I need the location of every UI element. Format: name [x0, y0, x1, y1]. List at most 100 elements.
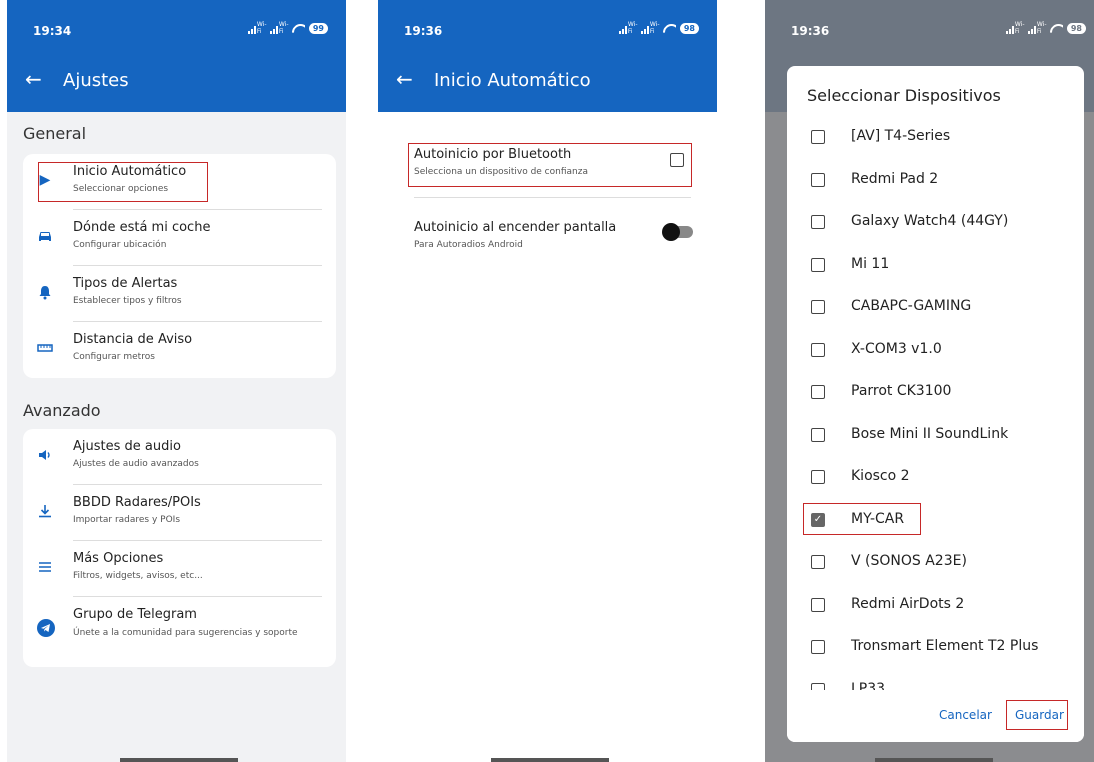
- device-row[interactable]: Mi 11: [787, 244, 1084, 286]
- play-icon: ▶: [39, 172, 51, 188]
- battery-level: 98: [1066, 23, 1086, 34]
- checkbox[interactable]: [811, 470, 825, 484]
- device-name: V (SONOS A23E): [851, 553, 967, 569]
- divider: [414, 197, 691, 198]
- device-row[interactable]: Galaxy Watch4 (44GY): [787, 201, 1084, 243]
- item-subtitle: Configurar ubicación: [73, 240, 167, 250]
- signal-icon: Wi-Fi: [618, 21, 638, 35]
- item-title: Tipos de Alertas: [73, 276, 178, 291]
- item-subtitle: Únete a la comunidad para sugerencias y …: [73, 628, 298, 638]
- checkbox[interactable]: [811, 427, 825, 442]
- device-row[interactable]: Kiosco 2: [787, 456, 1084, 498]
- bluetooth-checkbox[interactable]: [670, 153, 684, 167]
- device-row[interactable]: Redmi AirDots 2: [787, 584, 1084, 626]
- status-bar: 19:36 Wi-Fi Wi-Fi 98: [378, 0, 717, 50]
- device-name: MY-CAR: [851, 510, 905, 527]
- signal-icon: Wi-Fi: [247, 21, 267, 35]
- status-icons: Wi-Fi Wi-Fi 98: [1005, 21, 1086, 35]
- item-title: BBDD Radares/POIs: [73, 495, 201, 510]
- item-title: Inicio Automático: [73, 164, 187, 179]
- device-row[interactable]: Tronsmart Element T2 Plus: [787, 626, 1084, 668]
- general-card: ▶ Inicio Automático Seleccionar opciones…: [23, 154, 336, 378]
- settings-item-mas-opciones[interactable]: Más Opciones Filtros, widgets, avisos, e…: [23, 541, 336, 597]
- checkbox[interactable]: [811, 385, 825, 399]
- device-name: Redmi Pad 2: [851, 170, 939, 187]
- device-row[interactable]: CABAPC-GAMING: [787, 286, 1084, 328]
- gesture-bar: [120, 758, 238, 762]
- wifi-icon: [663, 24, 676, 34]
- option-title: Autoinicio por Bluetooth: [414, 147, 572, 162]
- checkbox[interactable]: [811, 300, 825, 314]
- device-row[interactable]: [AV] T4-Series: [787, 116, 1084, 158]
- battery-level: 99: [308, 23, 328, 34]
- back-arrow-icon[interactable]: ←: [396, 67, 413, 91]
- item-title: Grupo de Telegram: [73, 607, 197, 622]
- device-name: Tronsmart Element T2 Plus: [851, 638, 1039, 654]
- item-subtitle: Ajustes de audio avanzados: [73, 459, 199, 469]
- checkbox[interactable]: [811, 215, 825, 229]
- checkbox[interactable]: [811, 172, 825, 187]
- screen-on-toggle[interactable]: [662, 223, 693, 241]
- item-title: Ajustes de audio: [73, 439, 181, 454]
- wifi-icon: [1050, 24, 1063, 34]
- gesture-bar: [491, 758, 609, 762]
- settings-item-grupo-telegram[interactable]: Grupo de Telegram Únete a la comunidad p…: [23, 597, 336, 667]
- device-row[interactable]: Redmi Pad 2: [787, 159, 1084, 201]
- ruler-icon: [37, 340, 53, 356]
- settings-item-tipos-de-alertas[interactable]: Tipos de Alertas Establecer tipos y filt…: [23, 266, 336, 322]
- item-subtitle: Configurar metros: [73, 352, 155, 362]
- screen-inicio-automatico: 19:36 Wi-Fi Wi-Fi 98 ← Inicio Automático…: [378, 0, 717, 762]
- status-bar: 19:36 Wi-Fi Wi-Fi 98: [765, 0, 1094, 50]
- select-devices-dialog: Seleccionar Dispositivos [AV] T4-Series R…: [787, 66, 1084, 742]
- settings-item-inicio-automatico[interactable]: ▶ Inicio Automático Seleccionar opciones: [23, 154, 336, 210]
- download-icon: [37, 503, 53, 519]
- status-time: 19:36: [791, 24, 830, 38]
- status-bar: 19:34 Wi-Fi Wi-Fi 99: [7, 0, 346, 50]
- device-row[interactable]: Bose Mini II SoundLink: [787, 414, 1084, 456]
- item-subtitle: Seleccionar opciones: [73, 184, 169, 194]
- device-row[interactable]: Parrot CK3100: [787, 371, 1084, 413]
- status-time: 19:34: [33, 24, 72, 38]
- checkbox[interactable]: [811, 555, 825, 569]
- screen-settings: 19:34 Wi-Fi Wi-Fi 99 ← Ajustes General ▶…: [7, 0, 346, 762]
- car-icon: [37, 228, 53, 244]
- toggle-knob: [662, 223, 680, 241]
- back-arrow-icon[interactable]: ←: [25, 67, 42, 91]
- device-name: CABAPC-GAMING: [851, 298, 972, 314]
- screen-select-devices: 19:36 Wi-Fi Wi-Fi 98 Seleccionar Disposi…: [765, 0, 1094, 762]
- gesture-bar: [875, 758, 993, 762]
- device-row[interactable]: ✓ MY-CAR: [787, 499, 1084, 541]
- cancel-button[interactable]: Cancelar: [939, 708, 992, 722]
- settings-item-ajustes-de-audio[interactable]: Ajustes de audio Ajustes de audio avanza…: [23, 429, 336, 485]
- battery-level: 98: [679, 23, 699, 34]
- settings-item-bbdd-radares[interactable]: BBDD Radares/POIs Importar radares y POI…: [23, 485, 336, 541]
- device-name: X-COM3 v1.0: [851, 340, 942, 357]
- checkbox[interactable]: [811, 257, 825, 272]
- device-row[interactable]: X-COM3 v1.0: [787, 329, 1084, 371]
- checkbox[interactable]: [811, 640, 825, 654]
- device-name: Bose Mini II SoundLink: [851, 425, 1009, 442]
- section-title-avanzado: Avanzado: [23, 401, 101, 420]
- item-title: Distancia de Aviso: [73, 332, 193, 347]
- option-title: Autoinicio al encender pantalla: [414, 220, 617, 235]
- settings-item-distancia-de-aviso[interactable]: Distancia de Aviso Configurar metros: [23, 322, 336, 378]
- item-title: Más Opciones: [73, 551, 164, 566]
- checkbox[interactable]: [811, 597, 825, 612]
- checkbox[interactable]: [811, 130, 825, 144]
- save-button[interactable]: Guardar: [1015, 708, 1064, 722]
- app-bar: ← Inicio Automático: [378, 50, 717, 112]
- dialog-title: Seleccionar Dispositivos: [807, 86, 1001, 105]
- device-name: Parrot CK3100: [851, 383, 952, 399]
- device-name: Redmi AirDots 2: [851, 595, 965, 612]
- signal-icon: Wi-Fi: [269, 21, 289, 35]
- device-name: Galaxy Watch4 (44GY): [851, 213, 1009, 229]
- status-icons: Wi-Fi Wi-Fi 99: [247, 21, 328, 35]
- bell-icon: [37, 284, 53, 300]
- dialog-actions: Cancelar Guardar: [787, 690, 1084, 742]
- device-name: Mi 11: [851, 255, 890, 272]
- settings-item-donde-esta-mi-coche[interactable]: Dónde está mi coche Configurar ubicación: [23, 210, 336, 266]
- checkbox-checked[interactable]: ✓: [811, 512, 825, 527]
- checkbox[interactable]: [811, 342, 825, 357]
- device-row[interactable]: V (SONOS A23E): [787, 541, 1084, 583]
- app-bar: ← Ajustes: [7, 50, 346, 112]
